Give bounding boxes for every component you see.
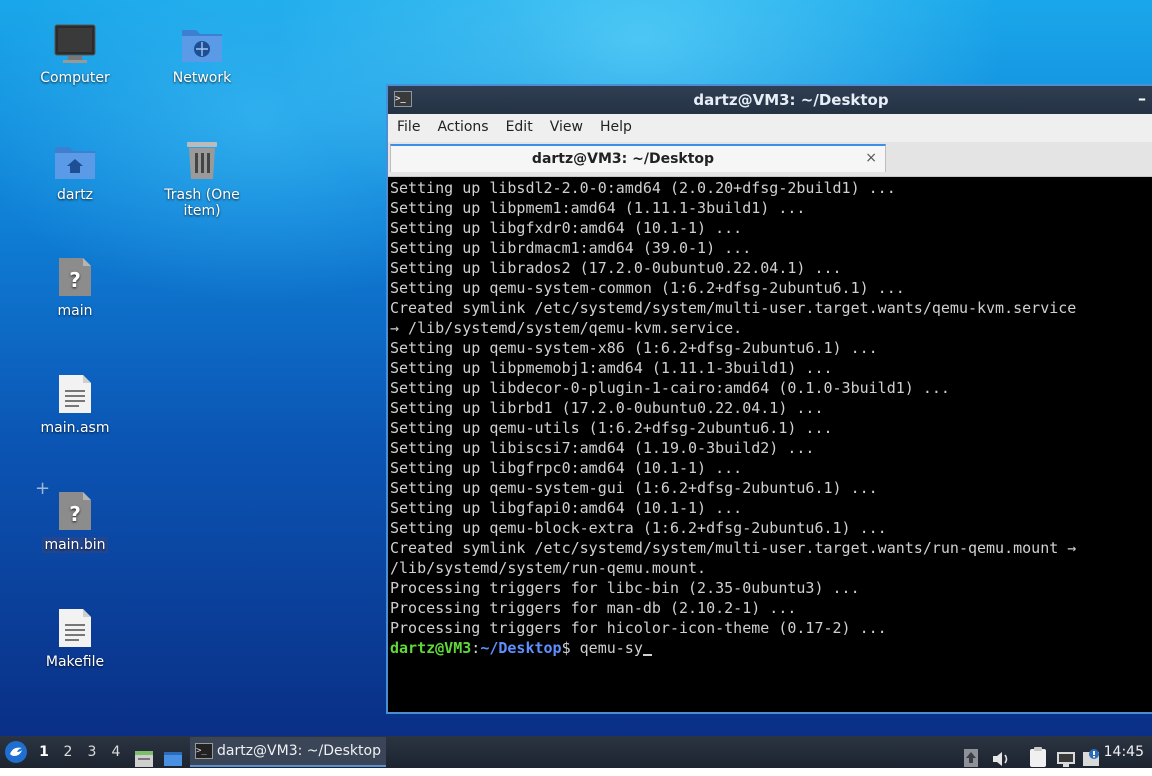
tab-terminal[interactable]: dartz@VM3: ~/Desktop × [390, 144, 886, 172]
tab-close-icon[interactable]: × [865, 150, 877, 166]
upload-icon[interactable] [963, 742, 979, 774]
desktop-icon-label: Makefile [45, 654, 105, 670]
terminal-line: Setting up libgfrpc0:amd64 (10.1-1) ... [390, 459, 743, 477]
menu-file[interactable]: File [388, 114, 428, 135]
menu-help[interactable]: Help [591, 114, 640, 135]
home-folder-icon [55, 147, 95, 179]
window-title: dartz@VM3: ~/Desktop [693, 91, 889, 109]
task-label: dartz@VM3: ~/Desktop [217, 743, 381, 759]
file-manager-launcher-icon[interactable] [134, 743, 154, 775]
terminal-line: Setting up qemu-system-x86 (1:6.2+dfsg-2… [390, 339, 878, 357]
workspace-3[interactable]: 3 [84, 744, 100, 776]
desktop-icon-label: main.asm [40, 420, 110, 436]
computer-icon [54, 24, 96, 63]
terminal-app-icon: >_ [195, 743, 213, 759]
terminal-line: Setting up librdmacm1:amd64 (39.0-1) ... [390, 239, 752, 257]
workspace-2[interactable]: 2 [60, 744, 76, 776]
desktop-icon-label: Network [172, 70, 232, 86]
trash-icon [187, 142, 217, 179]
terminal-window[interactable]: >_ dartz@VM3: ~/Desktop – File Actions Edi… [386, 84, 1152, 714]
minimize-button[interactable]: – [1138, 89, 1146, 108]
menu-bar: File Actions Edit View Help [388, 114, 1152, 142]
svg-text:?: ? [69, 268, 81, 292]
terminal-line: Setting up qemu-utils (1:6.2+dfsg-2ubunt… [390, 419, 833, 437]
prompt-user: dartz@VM3 [390, 639, 472, 657]
desktop-icon-computer[interactable]: Computer [20, 24, 130, 86]
clipboard-icon[interactable] [1029, 741, 1047, 773]
desktop-icon-trash[interactable]: Trash (One item) [147, 139, 257, 219]
terminal-line: Processing triggers for hicolor-icon-the… [390, 619, 887, 637]
desktop-icon-main-asm[interactable]: main.asm [20, 374, 130, 436]
menu-edit[interactable]: Edit [497, 114, 541, 135]
workspace-4[interactable]: 4 [108, 744, 124, 776]
terminal-line: /lib/systemd/system/run-qemu.mount. [390, 559, 707, 577]
update-notifier-icon[interactable] [1082, 742, 1102, 774]
tab-bar: dartz@VM3: ~/Desktop × [388, 142, 1152, 177]
terminal-line: Setting up libgfapi0:amd64 (10.1-1) ... [390, 499, 743, 517]
desktop-icon-label: dartz [56, 187, 94, 203]
desktop: Computer Network dartz Trash (One item) [0, 0, 1152, 736]
network-folder-icon [182, 30, 222, 62]
menu-view[interactable]: View [541, 114, 591, 135]
svg-text:?: ? [69, 502, 81, 526]
terminal-line: Setting up libdecor-0-plugin-1-cairo:amd… [390, 379, 950, 397]
workspace-1[interactable]: 1 [36, 744, 52, 776]
prompt-symbol: $ [561, 639, 571, 657]
terminal-line: Setting up libgfxdr0:amd64 (10.1-1) ... [390, 219, 743, 237]
text-file-icon [59, 609, 91, 647]
desktop-icon-home[interactable]: dartz [20, 141, 130, 203]
terminal-line: → /lib/systemd/system/qemu-kvm.service. [390, 319, 743, 337]
desktop-icon-main[interactable]: ? main [20, 257, 130, 319]
prompt-path: ~/Desktop [480, 639, 562, 657]
terminal-line: Setting up libpmem1:amd64 (1.11.1-3build… [390, 199, 806, 217]
window-titlebar[interactable]: >_ dartz@VM3: ~/Desktop – [388, 86, 1152, 114]
terminal-line: Processing triggers for libc-bin (2.35-0… [390, 579, 860, 597]
desktop-icon-label: main.bin [42, 537, 108, 553]
terminal-line: Setting up qemu-system-common (1:6.2+dfs… [390, 279, 905, 297]
clock[interactable]: 14:45 [1104, 744, 1144, 760]
terminal-line: Created symlink /etc/systemd/system/mult… [390, 539, 1077, 557]
desktop-icon-label: Computer [40, 70, 110, 86]
selection-plus-marker: + [35, 478, 51, 499]
text-cursor [642, 638, 652, 656]
volume-icon[interactable] [991, 743, 1011, 775]
terminal-line: Setting up libpmemobj1:amd64 (1.11.1-3bu… [390, 359, 833, 377]
terminal-line: Setting up libsdl2-2.0-0:amd64 (2.0.20+d… [390, 179, 896, 197]
text-file-icon [59, 375, 91, 413]
taskbar: 1 2 3 4 >_ dartz@VM3: ~/Desktop 14:45 [0, 736, 1152, 768]
terminal-line: Setting up libiscsi7:amd64 (1.19.0-3buil… [390, 439, 815, 457]
desktop-icon-main-bin[interactable]: ? main.bin [20, 491, 130, 553]
desktop-icon-network[interactable]: Network [147, 24, 257, 86]
terminal-line: Created symlink /etc/systemd/system/mult… [390, 299, 1077, 317]
typed-command: qemu-sy [570, 639, 643, 657]
desktop-icon-label: Trash (One item) [164, 187, 240, 219]
terminal-output[interactable]: Setting up libsdl2-2.0-0:amd64 (2.0.20+d… [388, 177, 1152, 712]
unknown-file-icon: ? [59, 258, 91, 296]
prompt-line[interactable]: dartz@VM3:~/Desktop$ qemu-sy [390, 638, 1152, 658]
taskbar-terminal-task[interactable]: >_ dartz@VM3: ~/Desktop [190, 737, 386, 767]
terminal-line: Processing triggers for man-db (2.10.2-1… [390, 599, 797, 617]
prompt-separator: : [471, 639, 481, 657]
terminal-line: Setting up qemu-block-extra (1:6.2+dfsg-… [390, 519, 887, 537]
show-desktop-icon[interactable] [163, 743, 183, 775]
menu-actions[interactable]: Actions [428, 114, 496, 135]
network-icon[interactable] [1056, 743, 1076, 775]
unknown-file-icon: ? [59, 492, 91, 530]
start-menu-icon[interactable] [4, 740, 28, 764]
terminal-line: Setting up librbd1 (17.2.0-0ubuntu0.22.0… [390, 399, 824, 417]
desktop-icon-label: main [57, 303, 93, 319]
terminal-line: Setting up qemu-system-gui (1:6.2+dfsg-2… [390, 479, 878, 497]
tab-label: dartz@VM3: ~/Desktop [531, 151, 715, 167]
desktop-icon-makefile[interactable]: Makefile [20, 608, 130, 670]
terminal-line: Setting up librados2 (17.2.0-0ubuntu0.22… [390, 259, 842, 277]
